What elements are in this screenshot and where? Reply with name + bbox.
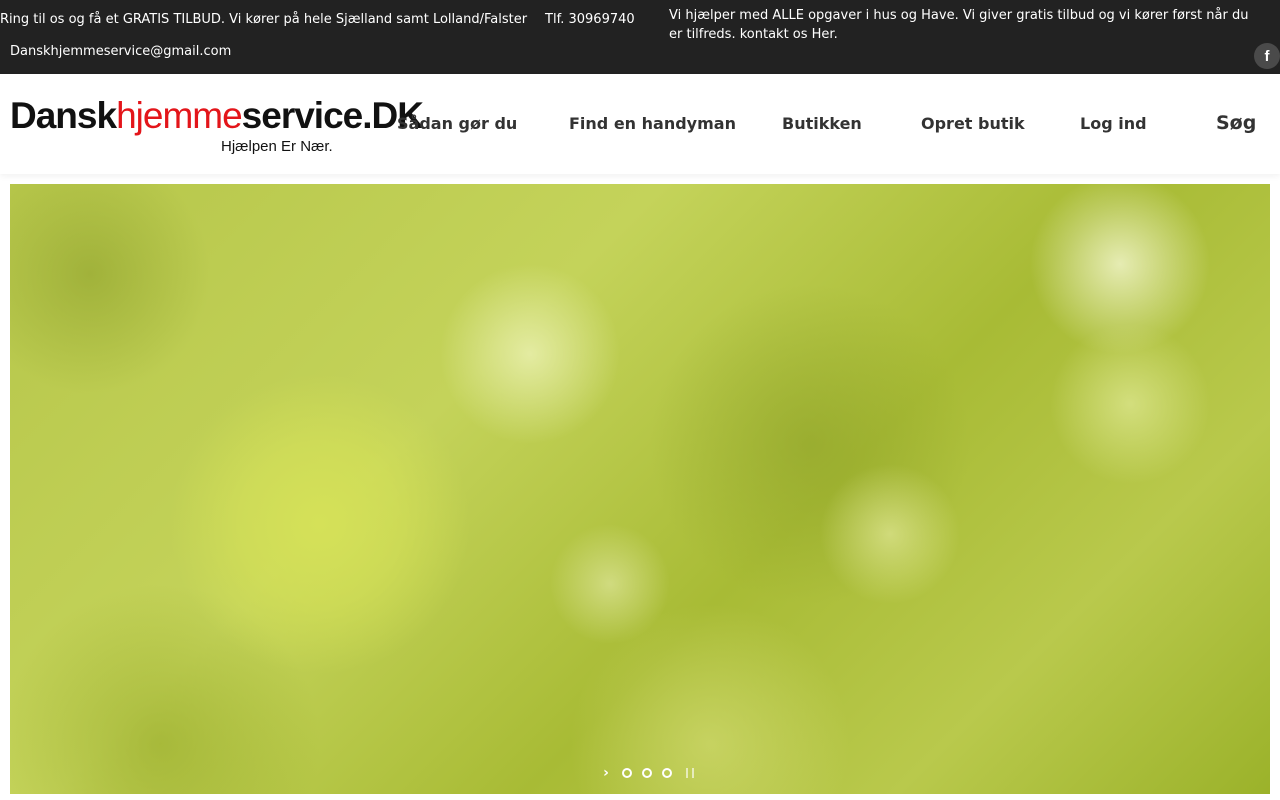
- hero-slider: ›: [10, 184, 1270, 794]
- site-logo[interactable]: Danskhjemmeservice.DK Hjælpen Er Nær.: [10, 96, 424, 158]
- nav-item-find-handyman[interactable]: Find en handyman: [569, 114, 736, 133]
- nav-item-create-shop[interactable]: Opret butik: [921, 114, 1025, 133]
- main-header: Danskhjemmeservice.DK Hjælpen Er Nær. Så…: [0, 74, 1280, 174]
- logo-part-service: service.DK: [241, 95, 424, 136]
- logo-part-dansk: Dansk: [10, 95, 117, 136]
- top-bar-contact-line: Ring til os og få et GRATIS TILBUD. Vi k…: [0, 12, 635, 27]
- nav-item-search[interactable]: Søg: [1216, 112, 1256, 134]
- slider-dot-2[interactable]: [642, 768, 652, 778]
- nav-item-shop[interactable]: Butikken: [782, 114, 862, 133]
- chevron-right-icon[interactable]: ›: [598, 765, 614, 781]
- logo-part-hjemme: hjemme: [116, 95, 243, 136]
- nav-item-how-it-works[interactable]: Sådan gør du: [397, 114, 517, 133]
- logo-tagline: Hjælpen Er Nær.: [221, 138, 333, 155]
- info-text: Vi hjælper med ALLE opgaver i hus og Hav…: [669, 8, 1249, 42]
- top-bar: Ring til os og få et GRATIS TILBUD. Vi k…: [0, 0, 1280, 74]
- nav-item-login[interactable]: Log ind: [1080, 114, 1147, 133]
- email-address[interactable]: Danskhjemmeservice@gmail.com: [10, 44, 231, 59]
- slider-dot-1[interactable]: [622, 768, 632, 778]
- offer-text: Ring til os og få et GRATIS TILBUD. Vi k…: [0, 12, 528, 27]
- pause-icon[interactable]: [686, 768, 694, 778]
- phone-number[interactable]: Tlf. 30969740: [545, 12, 635, 27]
- slider-controls: ›: [598, 765, 694, 781]
- facebook-icon[interactable]: f: [1254, 43, 1280, 69]
- logo-wordmark: Danskhjemmeservice.DK: [10, 95, 424, 136]
- slider-dot-3[interactable]: [662, 768, 672, 778]
